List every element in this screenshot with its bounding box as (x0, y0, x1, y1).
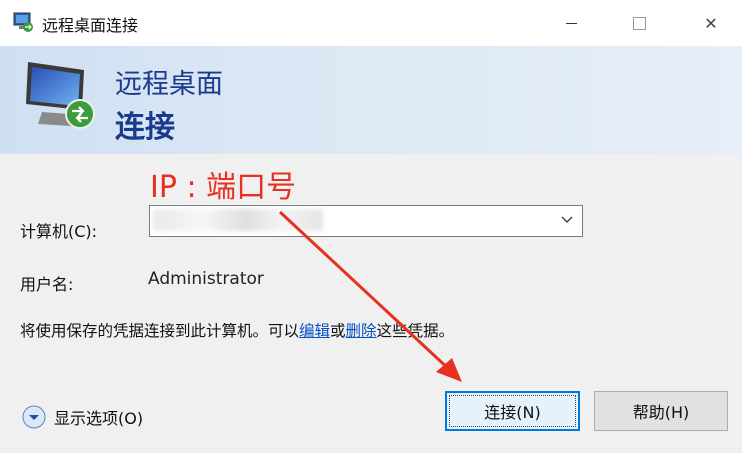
info-or: 或 (330, 322, 346, 340)
computer-label: 计算机(C): (20, 222, 98, 241)
banner-title-line2: 连接 (115, 110, 175, 145)
close-button[interactable]: ✕ (688, 0, 734, 46)
credentials-info: 将使用保存的凭据连接到此计算机。可以编辑或删除这些凭据。 (20, 319, 454, 341)
maximize-icon (632, 16, 646, 30)
computer-combobox[interactable] (149, 205, 583, 237)
show-options-label: 显示选项(O) (54, 409, 144, 428)
arrow-head (436, 358, 462, 382)
username-label: 用户名: (20, 275, 74, 294)
window-title: 远程桌面连接 (42, 16, 139, 35)
help-button-label: 帮助(H) (632, 403, 690, 422)
info-prefix: 将使用保存的凭据连接到此计算机。可以 (20, 322, 300, 340)
help-button[interactable]: 帮助(H) (594, 391, 728, 431)
chevron-down-icon[interactable] (560, 212, 574, 226)
connect-button-label: 连接(N) (484, 403, 541, 422)
banner-title-line1: 远程桌面 (115, 69, 223, 100)
show-options-toggle[interactable]: 显示选项(O) (22, 405, 143, 429)
remote-desktop-monitor-icon (26, 62, 95, 129)
redacted-ip-blur (153, 209, 323, 231)
minimize-button[interactable] (548, 0, 594, 46)
username-value: Administrator (148, 269, 264, 289)
header-banner: 远程桌面 连接 (0, 46, 742, 154)
close-icon: ✕ (704, 13, 718, 33)
title-bar: 远程桌面连接 ✕ (0, 0, 742, 46)
minimize-icon (565, 22, 577, 24)
connect-button[interactable]: 连接(N) (445, 391, 580, 431)
delete-credentials-link[interactable]: 删除 (346, 322, 377, 340)
maximize-button[interactable] (616, 0, 662, 46)
edit-credentials-link[interactable]: 编辑 (299, 322, 330, 340)
annotation-label: IP : 端口号 (150, 170, 297, 205)
remote-desktop-icon (13, 12, 33, 32)
info-suffix: 这些凭据。 (376, 322, 455, 340)
expand-down-icon (22, 405, 46, 429)
